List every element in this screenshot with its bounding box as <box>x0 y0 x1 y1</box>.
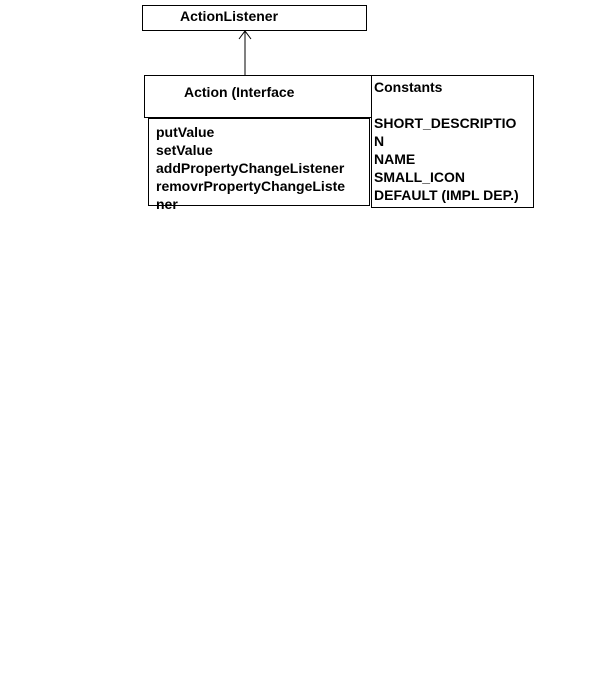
constants-list: SHORT_DESCRIPTIO N NAME SMALL_ICON DEFAU… <box>374 114 519 204</box>
method-item: addPropertyChangeListener <box>156 160 345 176</box>
method-item: ner <box>156 196 178 212</box>
method-item: removrPropertyChangeListe <box>156 178 346 194</box>
constant-item: SHORT_DESCRIPTIO <box>374 115 517 131</box>
constant-item: SMALL_ICON <box>374 169 465 185</box>
action-listener-label: ActionListener <box>180 8 279 24</box>
arrow-head <box>238 30 252 40</box>
constant-item: NAME <box>374 151 416 167</box>
constant-item: N <box>374 133 385 149</box>
method-item: putValue <box>156 124 215 140</box>
action-interface-label: Action (Interface <box>184 84 295 100</box>
constant-item: DEFAULT (IMPL DEP.) <box>374 187 519 203</box>
constants-title: Constants <box>374 79 443 95</box>
methods-list: putValue setValue addPropertyChangeListe… <box>156 123 345 213</box>
method-item: setValue <box>156 142 213 158</box>
